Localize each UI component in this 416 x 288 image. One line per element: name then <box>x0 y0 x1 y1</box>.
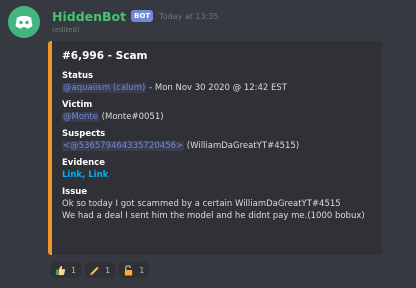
discord-logo-icon <box>8 6 40 38</box>
reactions-bar: 1 1 1 <box>51 262 150 278</box>
field-name: Victim <box>62 100 93 110</box>
thumbs-up-icon <box>55 265 66 275</box>
field-status: Status @aquaiism (calum) - Mon Nov 30 20… <box>62 71 372 94</box>
reaction-thumbs-up[interactable]: 1 <box>51 262 82 278</box>
user-mention[interactable]: <@536579464335720456> <box>62 141 185 151</box>
embed: #6,996 - Scam Status @aquaiism (calum) -… <box>48 41 382 255</box>
victim-detail: (Monte#0051) <box>98 112 164 122</box>
avatar[interactable] <box>8 6 40 38</box>
field-victim: Victim @Monte (Monte#0051) <box>62 100 372 123</box>
pencil-icon <box>90 265 100 275</box>
timestamp: Today at 13:35 <box>159 11 219 21</box>
user-mention[interactable]: @Monte <box>62 112 99 122</box>
reaction-unlock[interactable]: 1 <box>119 262 150 278</box>
evidence-link-2[interactable]: Link <box>88 170 108 180</box>
field-name: Evidence <box>62 158 105 168</box>
evidence-link-1[interactable]: Link <box>62 170 82 180</box>
field-suspects: Suspects <@536579464335720456> (WilliamD… <box>62 129 372 152</box>
embed-title: #6,996 - Scam <box>62 50 148 62</box>
issue-line-1: Ok so today I got scammed by a certain W… <box>62 199 341 209</box>
reaction-count: 1 <box>139 265 145 275</box>
field-value: Link, Link <box>62 169 372 181</box>
field-value: @Monte (Monte#0051) <box>62 111 372 123</box>
issue-line-2: We had a deal I sent him the model and h… <box>62 211 365 221</box>
suspects-detail: (WilliamDaGreatYT#4515) <box>184 141 300 151</box>
unlock-icon <box>125 264 133 276</box>
bot-tag: BOT <box>131 10 154 22</box>
user-mention[interactable]: @aquaiism (calum) <box>62 83 147 93</box>
message-header: HiddenBot BOT Today at 13:35 <box>52 8 219 24</box>
field-name: Status <box>62 71 94 81</box>
author-name[interactable]: HiddenBot <box>52 9 126 24</box>
reaction-pencil[interactable]: 1 <box>85 262 116 278</box>
field-value: <@536579464335720456> (WilliamDaGreatYT#… <box>62 140 372 152</box>
field-name: Suspects <box>62 129 106 139</box>
reaction-count: 1 <box>71 265 77 275</box>
message: HiddenBot BOT Today at 13:35 (edited) #6… <box>0 0 416 288</box>
edited-label: (edited) <box>52 26 80 34</box>
status-detail: - Mon Nov 30 2020 @ 12:42 EST <box>146 83 287 93</box>
reaction-count: 1 <box>105 265 111 275</box>
field-evidence: Evidence Link, Link <box>62 158 372 181</box>
field-name: Issue <box>62 187 88 197</box>
field-value: @aquaiism (calum) - Mon Nov 30 2020 @ 12… <box>62 82 372 94</box>
field-issue: Issue Ok so today I got scammed by a cer… <box>62 187 372 222</box>
